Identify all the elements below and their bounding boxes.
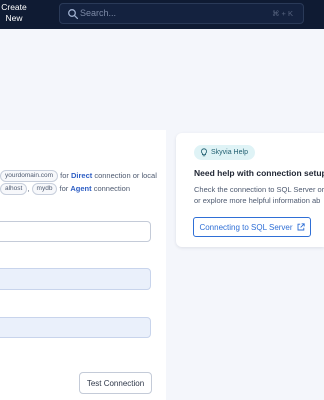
direct-label: Direct: [70, 171, 93, 180]
search-shortcut-hint: ⌘ + K: [271, 9, 293, 18]
lightbulb-icon: [201, 148, 207, 157]
search-placeholder: Search...: [80, 8, 117, 18]
connecting-to-sql-server-link[interactable]: Connecting to SQL Server: [193, 217, 311, 237]
password-input[interactable]: [0, 317, 151, 338]
skyvia-help-badge: Skyvia Help: [194, 145, 255, 160]
search-icon: [68, 9, 79, 20]
connect-link-label: Connecting to SQL Server: [199, 222, 293, 232]
server-input[interactable]: [0, 221, 151, 242]
external-link-icon: [297, 223, 305, 231]
example-chip-localhost: alhost: [0, 183, 28, 196]
user-input[interactable]: [0, 268, 151, 290]
example-chip-domain: yourdomain.com: [0, 170, 59, 183]
global-search[interactable]: Search... ⌘ + K: [59, 3, 304, 24]
help-description: Check the connection to SQL Server or or…: [194, 185, 324, 205]
top-bar: Create New Search... ⌘ + K: [0, 0, 324, 29]
test-connection-button[interactable]: Test Connection: [79, 372, 152, 394]
example-chip-mydb: mydb: [31, 183, 58, 196]
agent-label: Agent: [70, 184, 92, 194]
help-badge-label: Skyvia Help: [211, 149, 248, 156]
help-title: Need help with connection setup?: [194, 168, 324, 178]
help-card: Skyvia Help Need help with connection se…: [176, 133, 324, 247]
create-new-button[interactable]: Create New: [0, 2, 28, 24]
host-helper-text: yourdomain.com for Direct connection or …: [0, 169, 160, 196]
